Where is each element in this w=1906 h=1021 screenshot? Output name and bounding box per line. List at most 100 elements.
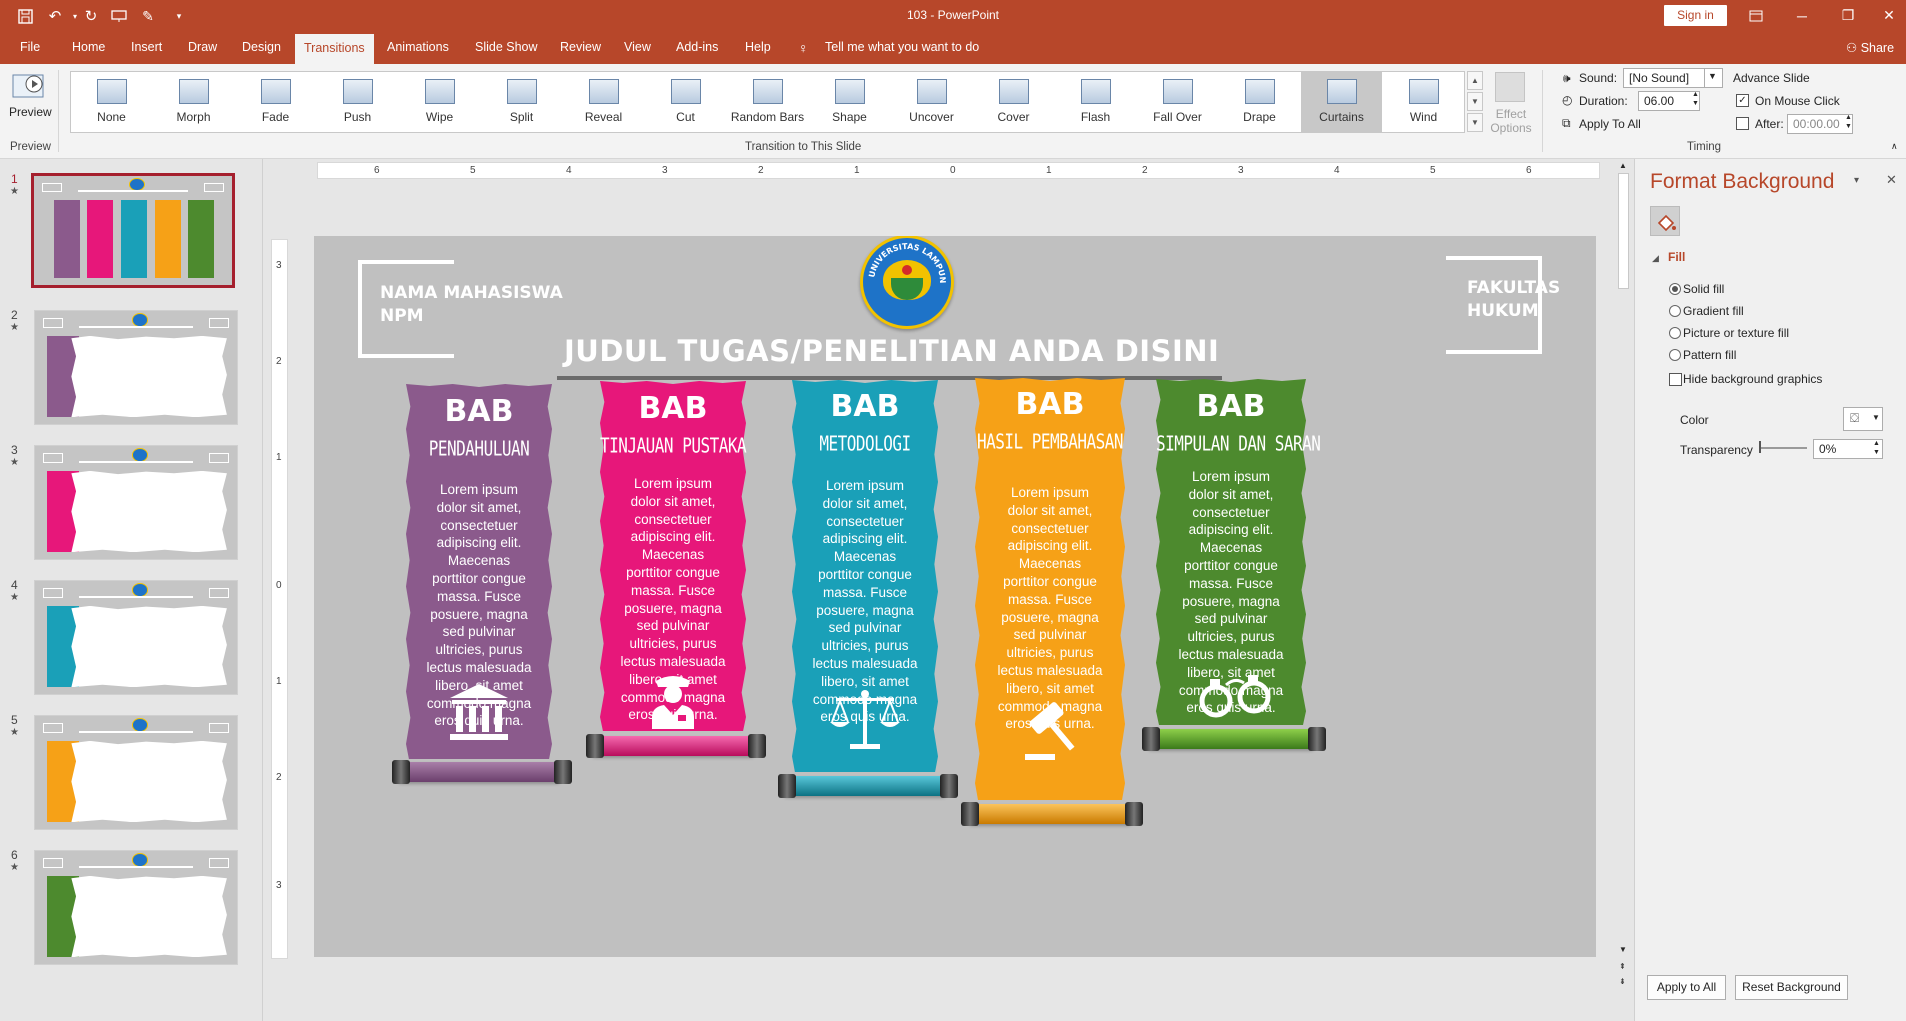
gallery-scroll-up[interactable]: ▲ [1467, 71, 1483, 90]
after-checkbox[interactable] [1736, 117, 1749, 130]
ribbon-display-icon[interactable] [1733, 0, 1779, 31]
scroll-cap [1142, 727, 1160, 751]
tab-add-ins[interactable]: Add-ins [676, 40, 718, 54]
after-spinner[interactable]: ▲ ▼ [1845, 113, 1852, 131]
ruler-tick: 1 [1046, 165, 1052, 176]
slide-thumbnail[interactable] [34, 445, 238, 560]
tab-draw[interactable]: Draw [188, 40, 217, 54]
university-logo[interactable]: UNIVERSITAS LAMPUNG [860, 236, 954, 329]
close-window-icon[interactable]: ✕ [1866, 0, 1906, 31]
chapter-scroll[interactable]: BAB PENDAHULUAN Lorem ipsum dolor sit am… [392, 384, 572, 789]
transparency-spinner[interactable]: ▲ ▼ [1873, 439, 1880, 457]
slide-thumbnail[interactable] [34, 310, 238, 425]
transition-label: Uncover [909, 110, 954, 124]
transition-fade[interactable]: Fade [235, 72, 316, 132]
collapse-fill-icon[interactable]: ◢ [1652, 253, 1659, 264]
effect-options-label[interactable]: Effect Options [1489, 107, 1533, 135]
student-info-text[interactable]: NAMA MAHASISWA NPM [380, 282, 563, 328]
transition-none[interactable]: None [71, 72, 152, 132]
transition-reveal[interactable]: Reveal [563, 72, 644, 132]
chapter-scroll[interactable]: BAB METODOLOGI Lorem ipsum dolor sit ame… [778, 380, 958, 802]
solid-fill-radio[interactable] [1669, 283, 1681, 295]
chapter-body: Lorem ipsum dolor sit amet, consectetuer… [997, 485, 1103, 732]
transition-cut[interactable]: Cut [645, 72, 726, 132]
tab-insert[interactable]: Insert [131, 40, 162, 54]
tab-review[interactable]: Review [560, 40, 601, 54]
tab-transitions[interactable]: Transitions [295, 34, 374, 64]
animation-star-icon: ★ [10, 862, 19, 873]
gradient-fill-radio[interactable] [1669, 305, 1681, 317]
transition-fall-over[interactable]: Fall Over [1137, 72, 1218, 132]
box-thumb [43, 857, 64, 868]
next-slide-icon[interactable]: ⇟ [1619, 977, 1626, 986]
transition-flash[interactable]: Flash [1055, 72, 1136, 132]
slide-thumbnail[interactable] [34, 715, 238, 830]
tab-help[interactable]: Help [745, 40, 771, 54]
share-button[interactable]: ⚇ Share [1846, 40, 1894, 55]
transition-uncover[interactable]: Uncover [891, 72, 972, 132]
previous-slide-icon[interactable]: ⇞ [1619, 962, 1626, 971]
tab-file[interactable]: File [20, 40, 40, 54]
preview-button[interactable] [10, 70, 48, 108]
transition-drape[interactable]: Drape [1219, 72, 1300, 132]
slide-canvas[interactable]: NAMA MAHASISWA NPM FAKULTAS HUKUM UNIVER… [314, 236, 1596, 957]
transition-push[interactable]: Push [317, 72, 398, 132]
transition-shape[interactable]: Shape [809, 72, 890, 132]
transition-curtains[interactable]: Curtains [1301, 72, 1382, 132]
transition-split[interactable]: Split [481, 72, 562, 132]
transition-random-bars[interactable]: Random Bars [727, 72, 808, 132]
ruler-tick: 1 [276, 676, 282, 687]
after-field[interactable]: 00:00.00 [1787, 114, 1853, 134]
fill-line-tab[interactable] [1650, 206, 1680, 236]
vertical-scrollbar[interactable]: ▲ ▼ ⇞ ⇟ [1615, 159, 1632, 1021]
on-mouse-click-checkbox[interactable]: ✓ [1736, 94, 1749, 107]
chapter-scroll[interactable]: BAB SIMPULAN DAN SARAN Lorem ipsum dolor… [1142, 379, 1326, 754]
transition-cover[interactable]: Cover [973, 72, 1054, 132]
scroll-up-icon[interactable]: ▲ [1619, 161, 1627, 170]
box-thumb [208, 857, 229, 868]
slide-thumbnail[interactable] [34, 850, 238, 965]
transition-wipe[interactable]: Wipe [399, 72, 480, 132]
pattern-fill-radio[interactable] [1669, 349, 1681, 361]
reset-background-button[interactable]: Reset Background [1735, 975, 1848, 1000]
restore-icon[interactable]: ❐ [1825, 0, 1871, 31]
slider-handle[interactable] [1759, 441, 1761, 453]
chapter-scroll[interactable]: BAB TINJAUAN PUSTAKA Lorem ipsum dolor s… [586, 381, 766, 761]
tab-home[interactable]: Home [72, 40, 105, 54]
fill-section-header[interactable]: Fill [1668, 250, 1685, 264]
slide-thumbnail[interactable] [31, 173, 235, 288]
chapter-scroll[interactable]: BAB HASIL PEMBAHASAN Lorem ipsum dolor s… [961, 378, 1143, 830]
transition-wind[interactable]: Wind [1383, 72, 1464, 132]
slide-thumbnail[interactable] [34, 580, 238, 695]
faculty-info-text[interactable]: FAKULTAS HUKUM [1467, 277, 1560, 323]
picture-fill-radio[interactable] [1669, 327, 1681, 339]
gallery-scroll-down[interactable]: ▼ [1467, 92, 1483, 111]
effect-options-icon[interactable] [1495, 72, 1525, 102]
slide-title[interactable]: JUDUL TUGAS/PENELITIAN ANDA DISINI [564, 334, 1219, 368]
preview-label[interactable]: Preview [9, 105, 52, 119]
tab-slide-show[interactable]: Slide Show [475, 40, 538, 54]
apply-to-all-button[interactable]: Apply To All [1579, 117, 1641, 131]
duration-spinner[interactable]: ▲ ▼ [1692, 90, 1699, 108]
collapse-ribbon-icon[interactable]: ∧ [1891, 141, 1898, 152]
scroll-thumb [53, 199, 80, 279]
tab-view[interactable]: View [624, 40, 651, 54]
close-pane-icon[interactable]: ✕ [1886, 172, 1897, 188]
chevron-down-icon[interactable]: ▼ [1704, 68, 1723, 88]
sign-in-button[interactable]: Sign in [1664, 5, 1727, 26]
tell-me-search[interactable]: Tell me what you want to do [825, 40, 979, 54]
pane-options-icon[interactable]: ▾ [1854, 175, 1859, 186]
transition-label: Morph [176, 110, 211, 124]
duration-field[interactable]: 06.00 [1638, 91, 1700, 111]
apply-to-all-background-button[interactable]: Apply to All [1647, 975, 1726, 1000]
tab-design[interactable]: Design [242, 40, 281, 54]
gallery-more[interactable]: ▼ [1467, 113, 1483, 132]
minimize-icon[interactable]: ─ [1779, 0, 1825, 31]
scrollbar-thumb[interactable] [1618, 173, 1629, 289]
tab-animations[interactable]: Animations [387, 40, 449, 54]
transition-morph[interactable]: Morph [153, 72, 234, 132]
scroll-down-icon[interactable]: ▼ [1619, 945, 1627, 954]
color-picker-button[interactable]: ⛋ ▼ [1843, 407, 1883, 431]
hide-background-checkbox[interactable] [1669, 373, 1682, 386]
transparency-slider[interactable] [1759, 447, 1807, 449]
